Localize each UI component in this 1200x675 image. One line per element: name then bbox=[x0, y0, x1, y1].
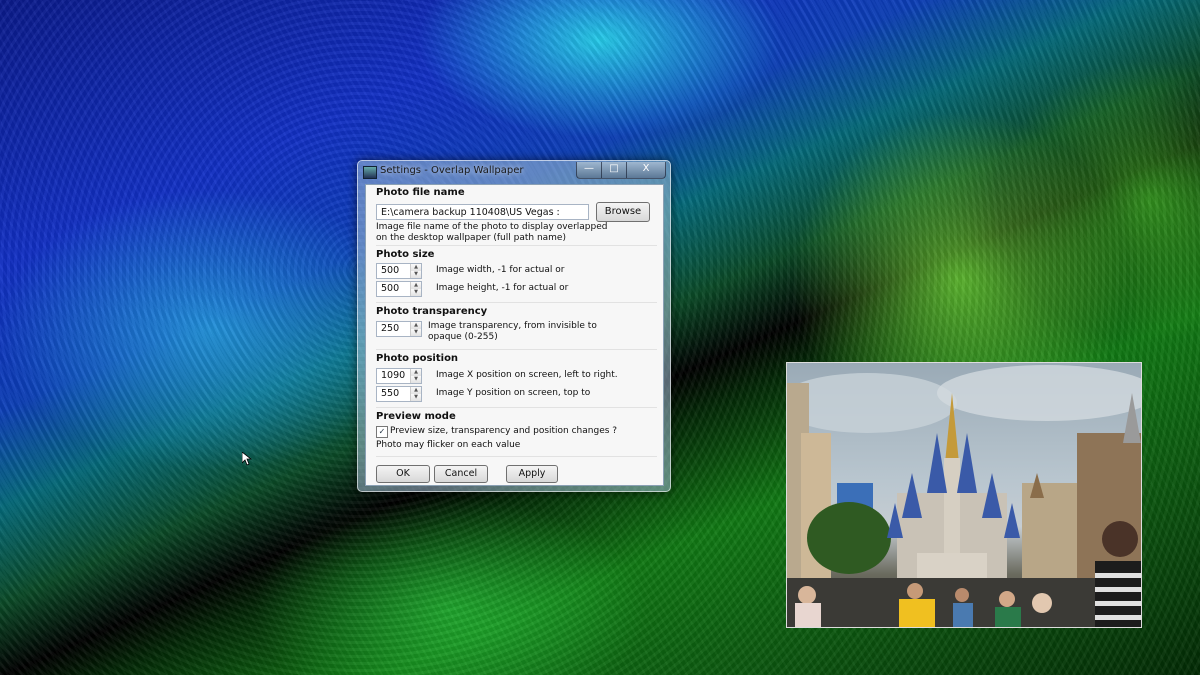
spin-up-icon[interactable]: ▲ bbox=[411, 282, 421, 289]
photo-size-heading: Photo size bbox=[376, 249, 435, 260]
castle-photo-image bbox=[787, 365, 1141, 627]
transparency-desc-line1: Image transparency, from invisible to bbox=[428, 321, 597, 331]
photo-transparency-section: Photo transparency bbox=[376, 306, 659, 317]
transparency-description: Image transparency, from invisible to op… bbox=[428, 321, 597, 343]
width-spin-arrows[interactable]: ▲ ▼ bbox=[410, 264, 421, 278]
preview-mode-heading: Preview mode bbox=[376, 411, 456, 422]
transparency-spin-arrows[interactable]: ▲ ▼ bbox=[410, 322, 421, 336]
photo-file-desc-line1: Image file name of the photo to display … bbox=[376, 222, 608, 232]
photo-transparency-heading: Photo transparency bbox=[376, 306, 488, 317]
overlap-photo bbox=[786, 362, 1142, 628]
spin-up-icon[interactable]: ▲ bbox=[411, 387, 421, 394]
cancel-button[interactable]: Cancel bbox=[434, 465, 488, 483]
divider bbox=[376, 407, 657, 408]
width-spinner[interactable]: 500 ▲ ▼ bbox=[376, 263, 422, 279]
height-label: Image height, -1 for actual or bbox=[436, 283, 569, 293]
height-value: 500 bbox=[381, 283, 400, 294]
height-spin-arrows[interactable]: ▲ ▼ bbox=[410, 282, 421, 296]
divider bbox=[376, 302, 657, 303]
photo-size-section: Photo size bbox=[376, 249, 659, 260]
width-label: Image width, -1 for actual or bbox=[436, 265, 565, 275]
y-position-spinner[interactable]: 550 ▲ ▼ bbox=[376, 386, 422, 402]
minimize-button[interactable]: — bbox=[576, 162, 602, 179]
spin-up-icon[interactable]: ▲ bbox=[411, 369, 421, 376]
width-value: 500 bbox=[381, 265, 400, 276]
preview-checkbox[interactable]: ✓ bbox=[376, 426, 388, 438]
spin-down-icon[interactable]: ▼ bbox=[411, 394, 421, 401]
photo-file-description: Image file name of the photo to display … bbox=[376, 222, 661, 244]
transparency-value: 250 bbox=[381, 323, 400, 334]
preview-mode-section: Preview mode bbox=[376, 411, 659, 422]
transparency-spinner[interactable]: 250 ▲ ▼ bbox=[376, 321, 422, 337]
browse-button[interactable]: Browse bbox=[596, 202, 650, 222]
settings-panel: Photo file name E:\camera backup 110408\… bbox=[365, 184, 664, 486]
preview-note: Photo may flicker on each value bbox=[376, 440, 521, 450]
divider bbox=[376, 349, 657, 350]
x-spin-arrows[interactable]: ▲ ▼ bbox=[410, 369, 421, 383]
app-icon bbox=[363, 166, 377, 179]
photo-file-desc-line2: on the desktop wallpaper (full path name… bbox=[376, 233, 566, 243]
transparency-desc-line2: opaque (0-255) bbox=[428, 332, 498, 342]
spin-down-icon[interactable]: ▼ bbox=[411, 271, 421, 278]
ok-button[interactable]: OK bbox=[376, 465, 430, 483]
apply-button[interactable]: Apply bbox=[506, 465, 558, 483]
mouse-cursor-icon bbox=[242, 452, 252, 466]
spin-down-icon[interactable]: ▼ bbox=[411, 376, 421, 383]
close-button[interactable]: X bbox=[626, 162, 666, 179]
y-position-label: Image Y position on screen, top to bbox=[436, 388, 591, 398]
title-bar[interactable]: Settings - Overlap Wallpaper — □ X bbox=[358, 161, 670, 183]
preview-checkbox-label[interactable]: Preview size, transparency and position … bbox=[390, 426, 617, 437]
photo-file-input[interactable]: E:\camera backup 110408\US Vegas : bbox=[376, 204, 589, 220]
height-spinner[interactable]: 500 ▲ ▼ bbox=[376, 281, 422, 297]
spin-up-icon[interactable]: ▲ bbox=[411, 322, 421, 329]
window-title: Settings - Overlap Wallpaper bbox=[380, 165, 524, 176]
y-spin-arrows[interactable]: ▲ ▼ bbox=[410, 387, 421, 401]
y-position-value: 550 bbox=[381, 388, 400, 399]
spin-up-icon[interactable]: ▲ bbox=[411, 264, 421, 271]
photo-position-heading: Photo position bbox=[376, 353, 459, 364]
maximize-button[interactable]: □ bbox=[601, 162, 627, 179]
spin-down-icon[interactable]: ▼ bbox=[411, 289, 421, 296]
divider bbox=[376, 456, 657, 457]
photo-position-section: Photo position bbox=[376, 353, 659, 364]
spin-down-icon[interactable]: ▼ bbox=[411, 329, 421, 336]
photo-file-heading: Photo file name bbox=[376, 187, 465, 198]
settings-window[interactable]: Settings - Overlap Wallpaper — □ X Photo… bbox=[357, 160, 671, 492]
x-position-label: Image X position on screen, left to righ… bbox=[436, 370, 618, 380]
x-position-value: 1090 bbox=[381, 370, 406, 381]
x-position-spinner[interactable]: 1090 ▲ ▼ bbox=[376, 368, 422, 384]
divider bbox=[376, 245, 657, 246]
